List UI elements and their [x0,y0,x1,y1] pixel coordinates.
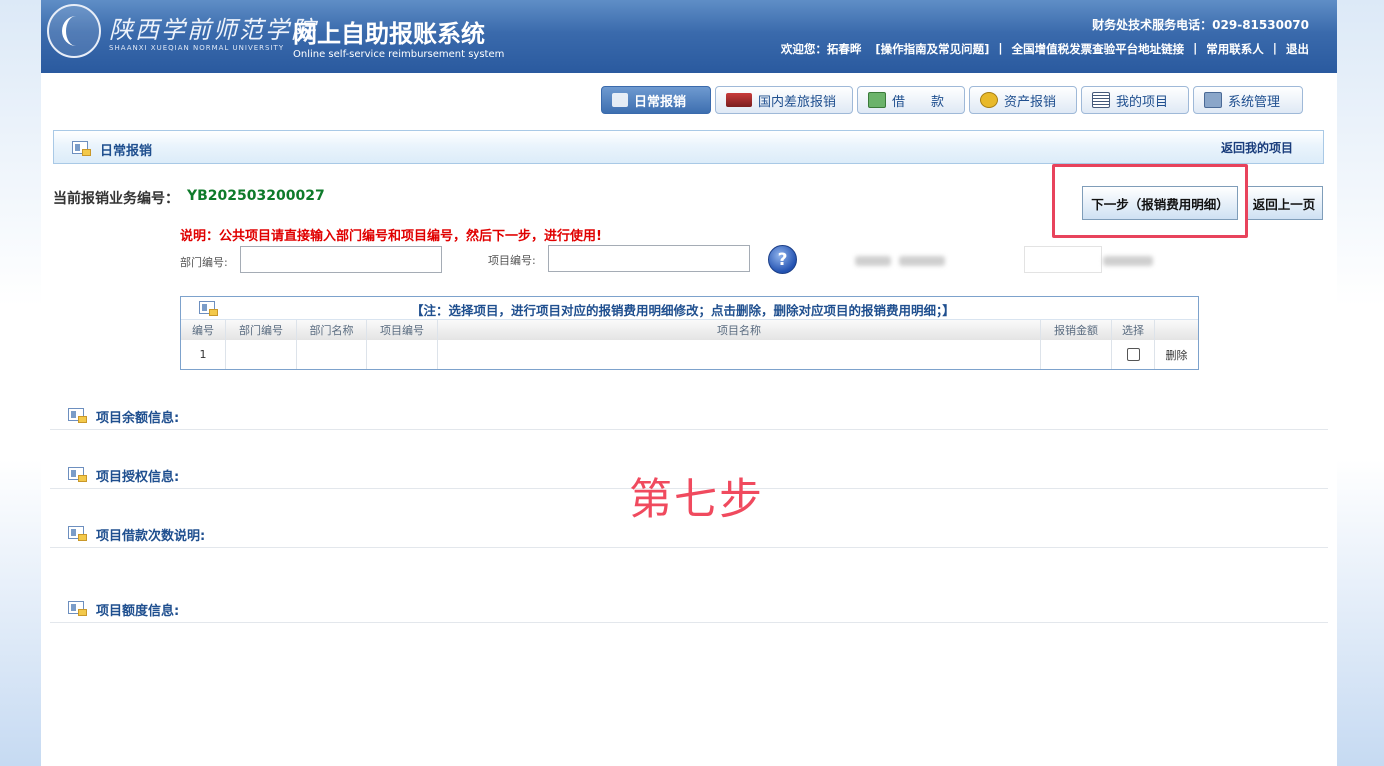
balance-info-icon [68,408,87,423]
top-nav: 欢迎您： 拓春晔 [操作指南及常见问题] | 全国增值税发票查验平台地址链接 |… [781,41,1309,57]
redacted-text [1103,256,1153,266]
separator: | [1193,41,1198,55]
delete-link[interactable]: 删除 [1155,340,1198,369]
col-proj-no: 项目编号 [367,320,438,340]
back-button[interactable]: 返回上一页 [1245,186,1323,220]
biz-number-value: YB202503200027 [187,188,325,204]
section-icon [72,141,91,156]
instruction-note: 说明：公共项目请直接输入部门编号和项目编号，然后下一步，进行使用! [180,229,602,244]
biz-number-label: 当前报销业务编号： [53,191,179,207]
page: 陕西学前师范学院 SHAANXI XUEQIAN NORMAL UNIVERSI… [41,0,1337,766]
tab-domestic-travel[interactable]: 国内差旅报销 [715,86,853,114]
divider [50,429,1328,430]
invoice-check-link[interactable]: 全国增值税发票查验平台地址链接 [1012,41,1185,57]
tab-label: 资产报销 [1004,94,1057,110]
school-name-en: SHAANXI XUEQIAN NORMAL UNIVERSITY [109,44,285,52]
dept-number-label: 部门编号: [180,256,228,269]
project-number-input[interactable] [548,245,750,272]
step-annotation: 第七步 [629,475,764,525]
col-dept-name: 部门名称 [297,320,367,340]
section-title: 日常报销 [100,144,153,159]
dept-number-input[interactable] [240,246,442,273]
table-icon [199,301,218,316]
col-no: 编号 [181,320,226,340]
auth-info-title: 项目授权信息: [96,470,180,485]
header-banner: 陕西学前师范学院 SHAANXI XUEQIAN NORMAL UNIVERSI… [41,0,1337,73]
tab-loan[interactable]: 借 款 [857,86,965,114]
tab-label: 日常报销 [634,94,687,110]
col-action [1155,320,1198,340]
project-table: 【注：选择项目，进行项目对应的报销费用明细修改；点击删除，删除对应项目的报销费用… [180,296,1199,370]
user-name: 拓春晔 [826,42,862,56]
section-bar: 日常报销 返回我的项目 [53,130,1324,164]
school-logo-icon [47,4,101,58]
money-icon [868,92,886,108]
col-select: 选择 [1112,320,1155,340]
table-note: 【注：选择项目，进行项目对应的报销费用明细修改；点击删除，删除对应项目的报销费用… [411,303,955,318]
auth-info-icon [68,467,87,482]
logout-link[interactable]: 退出 [1286,41,1309,57]
tab-daily-reimbursement[interactable]: 日常报销 [601,86,711,114]
col-proj-name: 项目名称 [438,320,1041,340]
cell-dept-no [226,340,297,369]
cell-proj-name [438,340,1041,369]
tab-label: 系统管理 [1228,94,1281,110]
help-icon[interactable]: ? [768,245,797,274]
redacted-text [899,256,945,266]
project-number-label: 项目编号: [488,254,536,267]
tab-my-projects[interactable]: 我的项目 [1081,86,1189,114]
computer-icon [1204,92,1222,108]
system-title: 网上自助报账系统 [293,20,485,48]
table-header: 编号 部门编号 部门名称 项目编号 项目名称 报销金额 选择 [181,319,1198,340]
welcome-label: 欢迎您： [780,42,827,56]
cell-select [1112,340,1155,369]
divider [50,547,1328,548]
notebook-icon [612,93,628,107]
balance-info-title: 项目余额信息: [96,411,180,426]
tab-label: 我的项目 [1116,94,1169,110]
contacts-link[interactable]: 常用联系人 [1206,41,1264,57]
select-checkbox[interactable] [1126,348,1140,361]
back-to-my-projects-link[interactable]: 返回我的项目 [1221,139,1293,156]
loan-count-info-icon [68,526,87,541]
col-amount: 报销金额 [1041,320,1112,340]
cell-no: 1 [181,340,226,369]
hotline-text: 财务处技术服务电话：029-81530070 [1092,18,1309,32]
quota-info-title: 项目额度信息: [96,604,180,619]
quota-info-icon [68,601,87,616]
system-subtitle: Online self-service reimbursement system [293,49,505,60]
separator: | [1272,41,1277,55]
divider [50,622,1328,623]
list-icon [1092,92,1110,108]
school-name-cn: 陕西学前师范学院 [109,16,317,44]
table-row: 1 删除 [181,340,1198,369]
train-icon [726,93,752,107]
coins-icon [980,92,998,108]
tab-asset-reimbursement[interactable]: 资产报销 [969,86,1077,114]
highlight-box [1052,164,1248,238]
cell-amount [1041,340,1112,369]
cell-proj-no [367,340,438,369]
col-dept-no: 部门编号 [226,320,297,340]
tab-label: 借 款 [892,94,945,110]
guide-link[interactable]: [操作指南及常见问题] [875,41,989,57]
redacted-input [1024,246,1102,273]
redacted-text [855,256,891,266]
tab-label: 国内差旅报销 [758,94,837,110]
loan-count-info-title: 项目借款次数说明: [96,529,206,544]
module-nav: 日常报销 国内差旅报销 借 款 资产报销 我的项目 系统管理 [601,86,1303,114]
tab-system-management[interactable]: 系统管理 [1193,86,1303,114]
separator: | [998,41,1003,55]
cell-dept-name [297,340,367,369]
